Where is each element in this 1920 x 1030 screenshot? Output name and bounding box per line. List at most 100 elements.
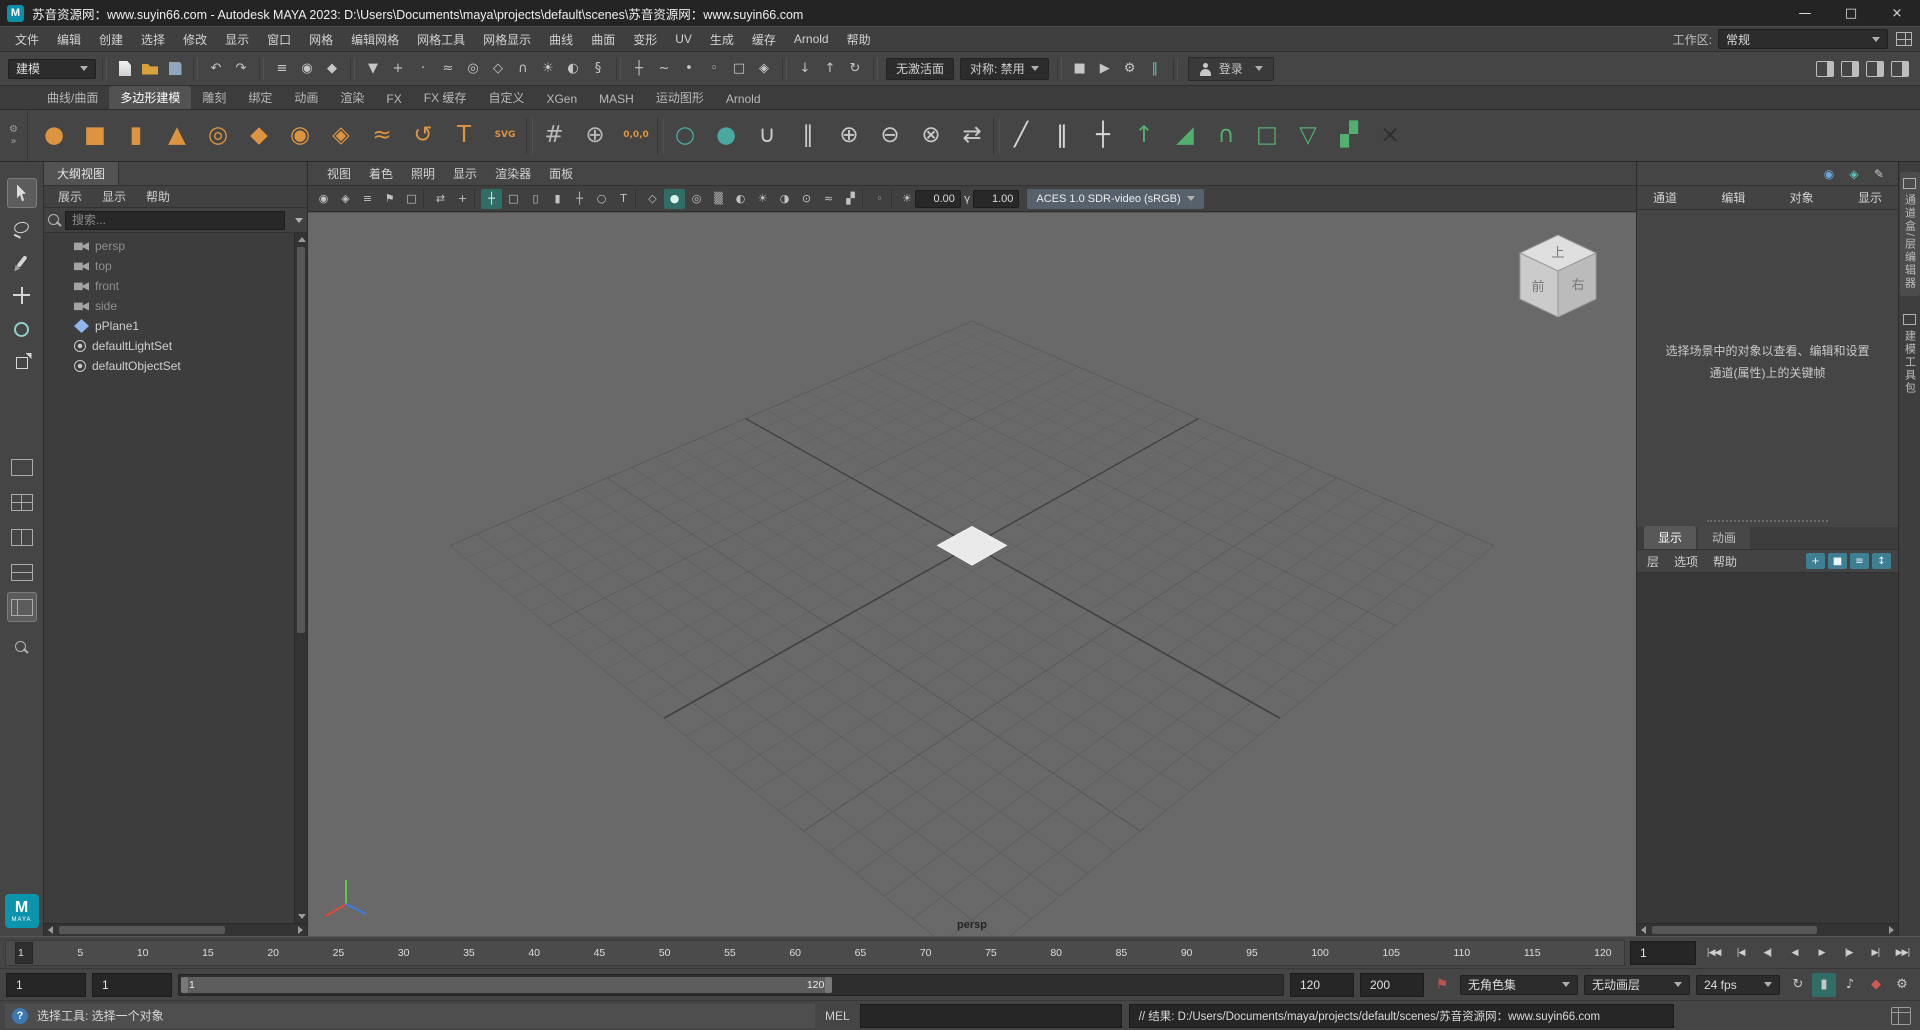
mask-misc-icon[interactable]: § — [586, 57, 610, 81]
outliner-item[interactable]: side — [44, 296, 307, 316]
layout-four-pane[interactable] — [7, 487, 37, 517]
shadows-icon[interactable]: ◑ — [774, 189, 795, 209]
outliner-item[interactable]: defaultObjectSet — [44, 356, 307, 376]
insert-edge-loop-icon[interactable]: ‖ — [1042, 116, 1082, 156]
mask-rendering-icon[interactable]: ◐ — [561, 57, 585, 81]
outliner-tab[interactable]: 大纲视图 — [44, 162, 120, 185]
viewport-menu-item[interactable]: 显示 — [444, 165, 486, 182]
scale-tool[interactable] — [7, 348, 37, 378]
boolean-intersection-icon[interactable]: ⊗ — [911, 116, 951, 156]
smooth-mesh-preview-icon[interactable]: ○ — [665, 116, 705, 156]
animation-preferences-icon[interactable]: ⚙ — [1890, 973, 1914, 997]
viewport-menu-item[interactable]: 着色 — [360, 165, 402, 182]
range-slider-bar[interactable]: 1 120 — [181, 976, 833, 993]
smooth-shade-all-icon[interactable]: ● — [664, 188, 685, 209]
shelf-gear-icon[interactable]: ⚙ — [9, 124, 18, 135]
playback-end-field[interactable]: 120 — [1290, 972, 1354, 997]
menu-item[interactable]: 曲线 — [540, 27, 582, 51]
layer-menu-item[interactable]: 帮助 — [1713, 553, 1737, 570]
snap-view-plane-icon[interactable]: □ — [727, 57, 751, 81]
loop-mode-icon[interactable]: ↻ — [1786, 973, 1810, 997]
paint-select-tool[interactable] — [7, 246, 37, 276]
poly-platonic-icon[interactable]: ◈ — [321, 116, 361, 156]
shelf-tab[interactable]: 渲染 — [329, 86, 375, 109]
shelf-tab[interactable]: 动画 — [283, 86, 329, 109]
current-frame-field[interactable]: 1 — [1630, 940, 1696, 965]
snap-to-origin-icon[interactable]: 0,0,0 — [616, 116, 656, 156]
range-end-handle[interactable]: 120 — [807, 979, 825, 991]
quad-draw-icon[interactable]: ▞ — [1329, 116, 1369, 156]
cut-tool-icon[interactable]: × — [1370, 116, 1410, 156]
input-connections-icon[interactable]: ↓ — [793, 57, 817, 81]
layer-menu-item[interactable]: 选项 — [1674, 553, 1698, 570]
pplane1-object[interactable] — [938, 526, 1006, 565]
workspace-dropdown[interactable]: 常规 — [1718, 29, 1888, 49]
outliner-menu-item[interactable]: 显示 — [102, 188, 126, 205]
safe-action-icon[interactable]: ○ — [591, 189, 612, 209]
mask-deformations-icon[interactable]: ◇ — [486, 57, 510, 81]
shelf-tab[interactable]: 自定义 — [477, 86, 535, 109]
snap-curve-icon[interactable]: ~ — [652, 57, 676, 81]
shelf-tab[interactable]: 绑定 — [237, 86, 283, 109]
layer-options-icon[interactable]: ≡ — [1850, 553, 1869, 569]
gamma-icon[interactable]: γ — [964, 192, 971, 205]
poly-torus-icon[interactable]: ◎ — [198, 116, 238, 156]
viewport-menu-item[interactable]: 视图 — [318, 165, 360, 182]
menu-item[interactable]: 编辑 — [48, 27, 90, 51]
maximize-button[interactable]: □ — [1828, 0, 1874, 26]
gate-mask-icon[interactable]: ▮ — [547, 189, 568, 209]
menu-item[interactable]: 网格显示 — [474, 27, 540, 51]
go-to-end-button[interactable]: ▶▶| — [1890, 941, 1915, 965]
mask-all-icon[interactable]: ▼ — [361, 57, 385, 81]
channel-box-menu-item[interactable]: 显示 — [1858, 189, 1882, 206]
pause-viewport-icon[interactable]: ‖ — [1143, 57, 1167, 81]
attribute-editor-toggle-icon[interactable] — [1813, 57, 1837, 81]
render-settings-icon[interactable]: ⚙ — [1118, 57, 1142, 81]
shelf-separator[interactable] — [526, 117, 533, 154]
layer-horizontal-scrollbar[interactable] — [1637, 923, 1898, 936]
minimize-button[interactable]: — — [1782, 0, 1828, 26]
redo-icon[interactable]: ↷ — [229, 57, 253, 81]
layout-single-pane[interactable] — [7, 452, 37, 482]
step-back-frame-button[interactable]: |◀ — [1728, 941, 1753, 965]
mask-joints-icon[interactable]: ∩ — [511, 57, 535, 81]
sidebar-vertical-tab[interactable]: 通道盒/层编辑器 — [1899, 172, 1920, 297]
lasso-tool[interactable] — [7, 212, 37, 242]
layout-search-button[interactable] — [7, 632, 37, 662]
shelf-tab[interactable]: MASH — [588, 89, 645, 109]
mask-surfaces-icon[interactable]: ◎ — [461, 57, 485, 81]
ipr-render-icon[interactable]: ▶ — [1093, 57, 1117, 81]
step-back-key-button[interactable]: ◀| — [1755, 941, 1780, 965]
menu-item[interactable]: 网格工具 — [408, 27, 474, 51]
vp-separator[interactable] — [891, 188, 897, 209]
poly-cylinder-icon[interactable]: ▮ — [116, 116, 156, 156]
type-text-icon[interactable]: T — [444, 116, 484, 156]
menu-item[interactable]: 生成 — [701, 27, 743, 51]
command-line-input[interactable] — [859, 1003, 1122, 1028]
step-forward-key-button[interactable]: |▶ — [1836, 941, 1861, 965]
exposure-icon[interactable]: ☀ — [902, 192, 912, 205]
viewport-canvas[interactable]: 上 前 右 persp — [308, 212, 1636, 936]
play-forwards-button[interactable]: ▶ — [1809, 941, 1834, 965]
outliner-item[interactable]: pPlane1 — [44, 316, 307, 336]
combine-icon[interactable]: ∪ — [747, 116, 787, 156]
menu-item[interactable]: 选择 — [132, 27, 174, 51]
screen-space-ao-icon[interactable]: ⊙ — [796, 189, 817, 209]
bookmark-view-icon[interactable]: ⚑ — [379, 189, 400, 209]
mask-points-icon[interactable]: · — [411, 57, 435, 81]
add-bookmark-icon[interactable]: ⚑ — [1430, 973, 1454, 997]
play-backwards-button[interactable]: ◀ — [1782, 941, 1807, 965]
film-gate-icon[interactable]: □ — [503, 189, 524, 209]
new-scene-icon[interactable] — [113, 57, 137, 81]
new-empty-layer-icon[interactable]: + — [1806, 553, 1825, 569]
help-icon[interactable]: ? — [12, 1007, 28, 1024]
save-scene-icon[interactable] — [163, 57, 187, 81]
image-plane-icon[interactable]: □ — [401, 189, 422, 209]
modeling-toolkit-toggle-icon[interactable] — [1888, 57, 1912, 81]
layout-two-pane[interactable] — [7, 522, 37, 552]
menu-item[interactable]: UV — [666, 27, 701, 51]
use-default-material-icon[interactable]: ◐ — [730, 189, 751, 209]
outliner-menu-item[interactable]: 帮助 — [146, 188, 170, 205]
wireframe-on-shaded-icon[interactable]: ◎ — [686, 189, 707, 209]
poly-sphere-icon[interactable]: ● — [34, 116, 74, 156]
